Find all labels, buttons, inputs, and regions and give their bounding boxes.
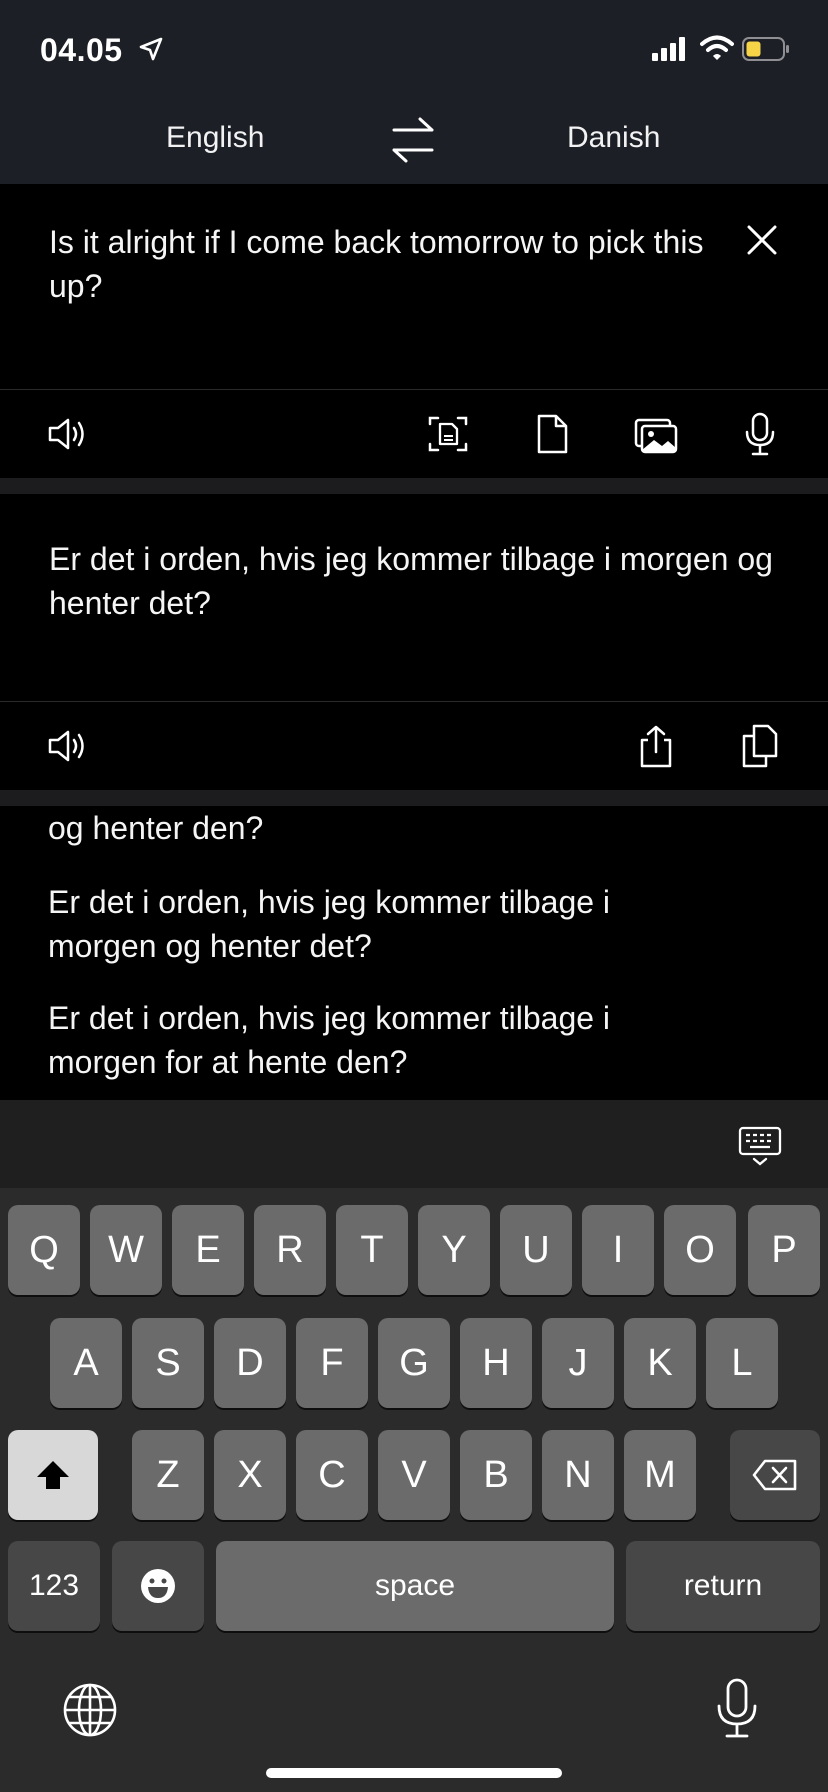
status-time: 04.05 [40, 32, 123, 68]
translated-text: Er det i orden, hvis jeg kommer tilbage … [49, 541, 773, 621]
key-v[interactable]: V [378, 1430, 450, 1520]
alternative-item[interactable]: Er det i orden, hvis jeg kommer tilbage … [48, 996, 688, 1084]
key-h[interactable]: H [460, 1318, 532, 1408]
key-p[interactable]: P [748, 1205, 820, 1295]
location-arrow-icon [139, 37, 163, 61]
input-panel[interactable]: Is it alright if I come back tomorrow to… [0, 184, 828, 389]
wifi-icon [700, 35, 734, 60]
target-language-button[interactable]: Danish [567, 121, 660, 155]
return-key[interactable]: return [626, 1541, 820, 1631]
key-z[interactable]: Z [132, 1430, 204, 1520]
status-bar: 04.05 [0, 0, 828, 95]
battery-icon [742, 37, 789, 61]
cellular-signal-icon [652, 37, 685, 61]
shift-key[interactable] [8, 1430, 98, 1520]
microphone-icon[interactable] [738, 412, 782, 456]
key-c[interactable]: C [296, 1430, 368, 1520]
key-r[interactable]: R [254, 1205, 326, 1295]
keyboard-toolbar [0, 1100, 828, 1188]
emoji-icon [141, 1569, 175, 1603]
key-l[interactable]: L [706, 1318, 778, 1408]
home-indicator[interactable] [266, 1768, 562, 1778]
numbers-key[interactable]: 123 [8, 1541, 100, 1631]
key-m[interactable]: M [624, 1430, 696, 1520]
key-k[interactable]: K [624, 1318, 696, 1408]
key-w[interactable]: W [90, 1205, 162, 1295]
close-icon[interactable] [744, 222, 780, 258]
swap-arrows-icon[interactable] [390, 115, 436, 165]
key-t[interactable]: T [336, 1205, 408, 1295]
key-s[interactable]: S [132, 1318, 204, 1408]
key-q[interactable]: Q [8, 1205, 80, 1295]
key-o[interactable]: O [664, 1205, 736, 1295]
key-b[interactable]: B [460, 1430, 532, 1520]
keyboard: Q W E R T Y U I O P A S D F G H J K L Z … [0, 1100, 828, 1792]
key-g[interactable]: G [378, 1318, 450, 1408]
source-language-button[interactable]: English [166, 121, 264, 155]
input-toolbar [0, 390, 828, 478]
speaker-icon[interactable] [46, 724, 90, 768]
camera-text-icon[interactable] [426, 412, 470, 456]
language-bar: English Danish [0, 95, 828, 184]
section-separator [0, 790, 828, 806]
backspace-icon [752, 1459, 797, 1491]
key-e[interactable]: E [172, 1205, 244, 1295]
copy-icon[interactable] [738, 724, 782, 768]
section-separator [0, 478, 828, 494]
output-panel: Er det i orden, hvis jeg kommer tilbage … [0, 495, 828, 701]
source-text-input[interactable]: Is it alright if I come back tomorrow to… [49, 220, 719, 308]
emoji-key[interactable] [112, 1541, 204, 1631]
output-toolbar [0, 702, 828, 790]
photo-icon[interactable] [634, 412, 678, 456]
key-u[interactable]: U [500, 1205, 572, 1295]
alternative-item[interactable]: og henter den? [48, 806, 688, 850]
document-icon[interactable] [530, 412, 574, 456]
key-y[interactable]: Y [418, 1205, 490, 1295]
key-n[interactable]: N [542, 1430, 614, 1520]
alternatives-list: og henter den? Er det i orden, hvis jeg … [0, 806, 828, 1100]
keyboard-hide-icon[interactable] [738, 1126, 782, 1166]
dictation-icon[interactable] [712, 1678, 762, 1740]
key-a[interactable]: A [50, 1318, 122, 1408]
key-i[interactable]: I [582, 1205, 654, 1295]
backspace-key[interactable] [730, 1430, 820, 1520]
key-f[interactable]: F [296, 1318, 368, 1408]
key-x[interactable]: X [214, 1430, 286, 1520]
speaker-icon[interactable] [46, 412, 90, 456]
key-d[interactable]: D [214, 1318, 286, 1408]
shift-icon [37, 1461, 69, 1489]
alternative-item[interactable]: Er det i orden, hvis jeg kommer tilbage … [48, 880, 688, 968]
share-icon[interactable] [634, 724, 678, 768]
space-key[interactable]: space [216, 1541, 614, 1631]
globe-icon[interactable] [62, 1682, 118, 1738]
key-j[interactable]: J [542, 1318, 614, 1408]
